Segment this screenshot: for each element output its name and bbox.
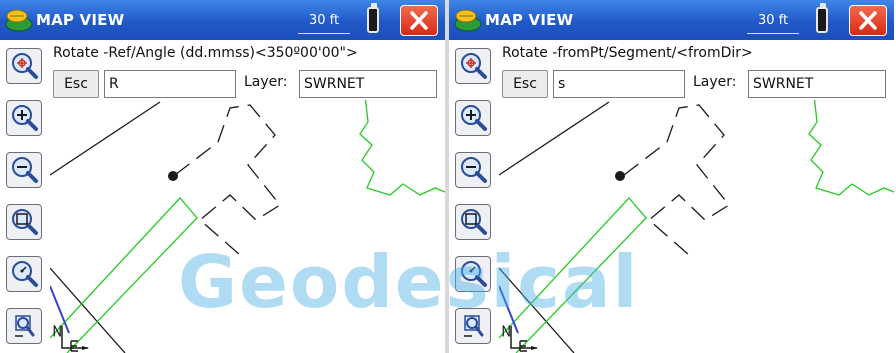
map-view-panel-left: MAP VIEW 30 ft Rotate -Ref/Angle (dd.mms… [0,0,445,353]
pan-button[interactable] [455,308,491,344]
zoom-window-icon [12,209,38,235]
zoom-previous-icon [461,261,487,287]
north-arrow-icon [53,325,89,352]
zoom-extents-icon [12,53,38,79]
north-arrow-icon [502,325,538,352]
layer-field[interactable]: SWRNET [299,70,437,98]
zoom-out-button[interactable] [6,152,42,188]
battery-icon [367,7,379,33]
zoom-toolbar [0,40,50,353]
rotation-base-point[interactable] [615,171,625,181]
layer-label: Layer: [693,74,737,90]
map-canvas[interactable] [499,100,894,353]
window-title: MAP VIEW [36,11,125,29]
zoom-window-button[interactable] [6,204,42,240]
zoom-out-button[interactable] [455,152,491,188]
title-bar: MAP VIEW 30 ft [0,0,445,40]
zoom-previous-icon [12,261,38,287]
title-bar: MAP VIEW 30 ft [449,0,894,40]
esc-button[interactable]: Esc [53,70,99,98]
esc-button[interactable]: Esc [502,70,548,98]
zoom-extents-button[interactable] [455,48,491,84]
map-scale-readout: 30 ft [757,13,789,28]
close-icon [859,11,877,30]
app-logo-icon [454,9,482,32]
command-input[interactable]: s [553,70,685,98]
dashed-building-outline [623,104,730,256]
zoom-window-icon [461,209,487,235]
command-input[interactable]: R [104,70,236,98]
zoom-extents-icon [461,53,487,79]
command-prompt: Rotate -fromPt/Segment/<fromDir> [502,45,753,61]
pan-button[interactable] [6,308,42,344]
command-prompt: Rotate -Ref/Angle (dd.mmss)<350º00'00"> [53,45,358,61]
map-view-panel-right: MAP VIEW 30 ft Rotate -fromPt/Segment/<f… [449,0,894,353]
pan-icon [464,315,484,337]
layer-label: Layer: [244,74,288,90]
zoom-toolbar [449,40,499,353]
zoom-out-icon [12,157,38,183]
app-logo-icon [5,9,33,32]
zoom-out-icon [461,157,487,183]
close-button[interactable] [849,5,887,36]
zoom-in-button[interactable] [6,100,42,136]
close-icon [410,11,428,30]
zoom-previous-button[interactable] [6,256,42,292]
zoom-in-icon [461,105,487,131]
zoom-in-button[interactable] [455,100,491,136]
layer-field[interactable]: SWRNET [748,70,886,98]
boundary-line [50,101,161,176]
green-boundary-line [359,100,445,196]
pan-icon [15,315,35,337]
scale-bar [747,33,799,34]
rotation-base-point[interactable] [168,171,178,181]
zoom-previous-button[interactable] [455,256,491,292]
zoom-window-button[interactable] [455,204,491,240]
zoom-extents-button[interactable] [6,48,42,84]
window-title: MAP VIEW [485,11,574,29]
green-boundary-line [808,100,894,196]
close-button[interactable] [400,5,438,36]
battery-icon [816,7,828,33]
map-canvas[interactable] [50,100,445,353]
boundary-line [499,101,610,176]
scale-bar [298,33,350,34]
zoom-in-icon [12,105,38,131]
map-scale-readout: 30 ft [308,13,340,28]
dashed-building-outline [174,104,281,256]
